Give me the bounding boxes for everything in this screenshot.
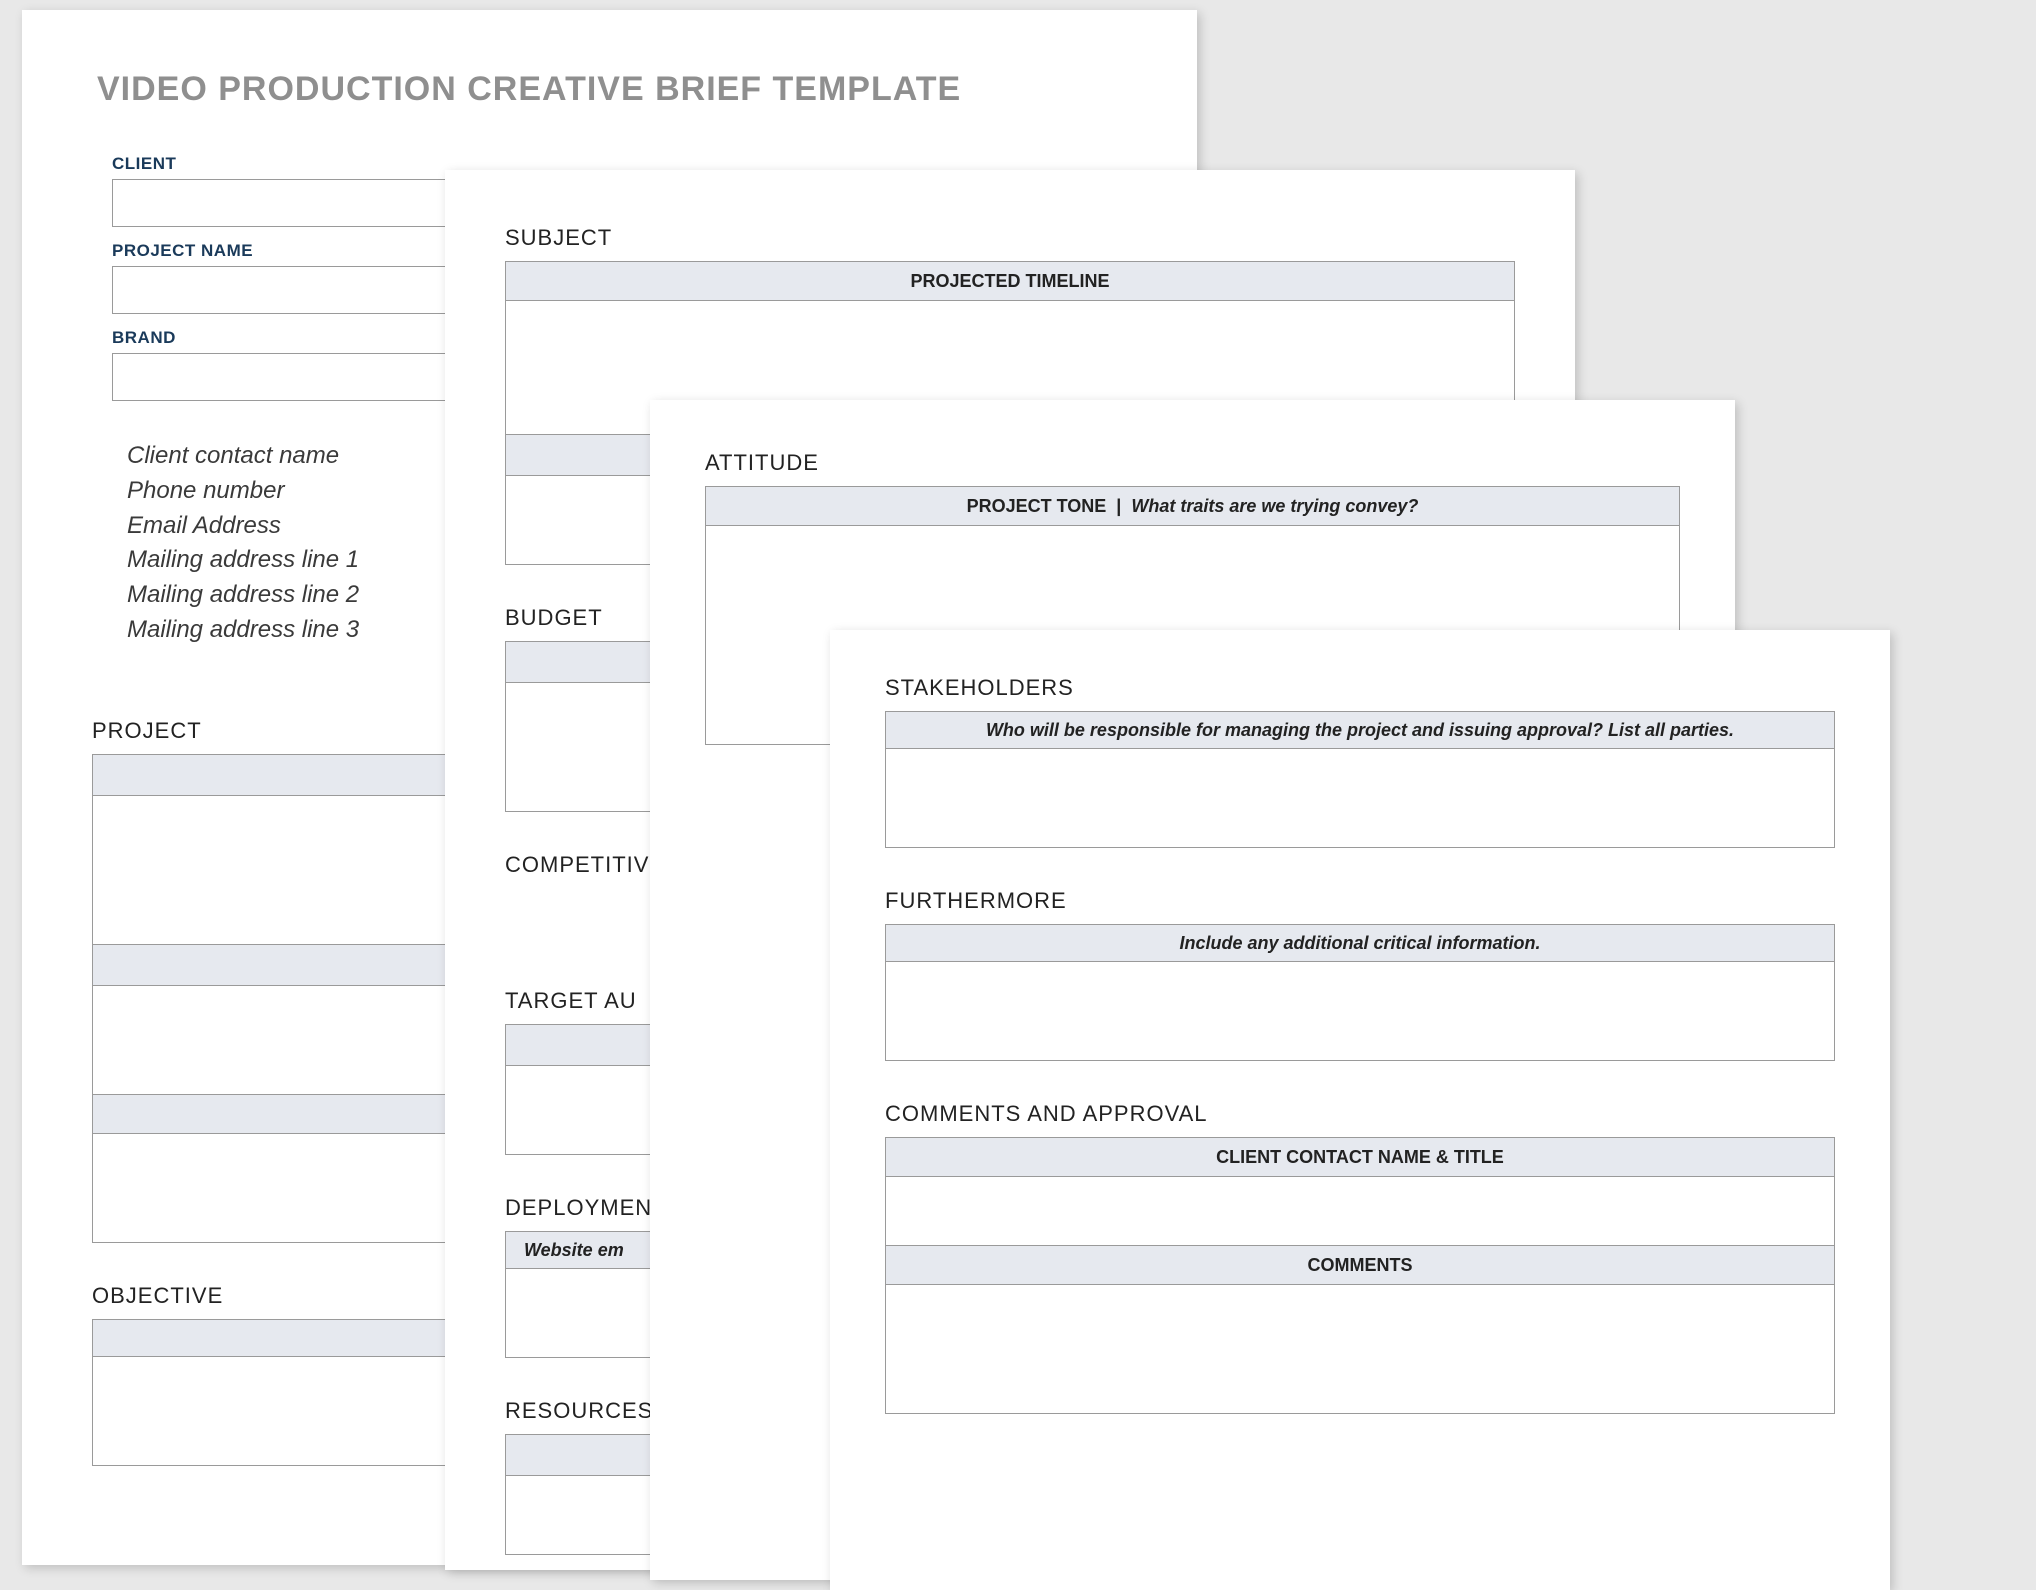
stakeholders-prompt-text: Who will be responsible for managing the…: [986, 720, 1734, 741]
furthermore-prompt-text: Include any additional critical informat…: [1179, 933, 1540, 954]
client-contact-bar-text: CLIENT CONTACT NAME & TITLE: [1216, 1147, 1504, 1168]
projected-timeline-bar: PROJECTED TIMELINE: [505, 261, 1515, 301]
furthermore-prompt-bar: Include any additional critical informat…: [885, 924, 1835, 962]
projected-timeline-text: PROJECTED TIMELINE: [910, 271, 1109, 292]
comments-bar: COMMENTS: [885, 1245, 1835, 1285]
client-contact-bar: CLIENT CONTACT NAME & TITLE: [885, 1137, 1835, 1177]
comments-section-label: COMMENTS AND APPROVAL: [885, 1101, 1835, 1127]
furthermore-section: FURTHERMORE Include any additional criti…: [885, 888, 1835, 1061]
tone-label-text: PROJECT TONE: [967, 496, 1107, 517]
furthermore-field[interactable]: [885, 961, 1835, 1061]
document-title: VIDEO PRODUCTION CREATIVE BRIEF TEMPLATE: [97, 70, 1127, 109]
subject-section-label: SUBJECT: [505, 225, 1515, 251]
page-4: STAKEHOLDERS Who will be responsible for…: [830, 630, 1890, 1590]
client-contact-field[interactable]: [885, 1176, 1835, 1246]
project-tone-bar: PROJECT TONE | What traits are we trying…: [705, 486, 1680, 526]
comments-bar-text: COMMENTS: [1308, 1255, 1413, 1276]
furthermore-section-label: FURTHERMORE: [885, 888, 1835, 914]
stakeholders-section: STAKEHOLDERS Who will be responsible for…: [885, 675, 1835, 848]
stakeholders-prompt-bar: Who will be responsible for managing the…: [885, 711, 1835, 749]
comments-field[interactable]: [885, 1284, 1835, 1414]
attitude-section-label: ATTITUDE: [705, 450, 1680, 476]
comments-approval-section: COMMENTS AND APPROVAL CLIENT CONTACT NAM…: [885, 1101, 1835, 1414]
tone-sep: |: [1116, 496, 1121, 517]
stakeholders-field[interactable]: [885, 748, 1835, 848]
deployment-sub-text: Website em: [524, 1240, 624, 1261]
stakeholders-section-label: STAKEHOLDERS: [885, 675, 1835, 701]
tone-question: What traits are we trying convey?: [1131, 496, 1418, 517]
